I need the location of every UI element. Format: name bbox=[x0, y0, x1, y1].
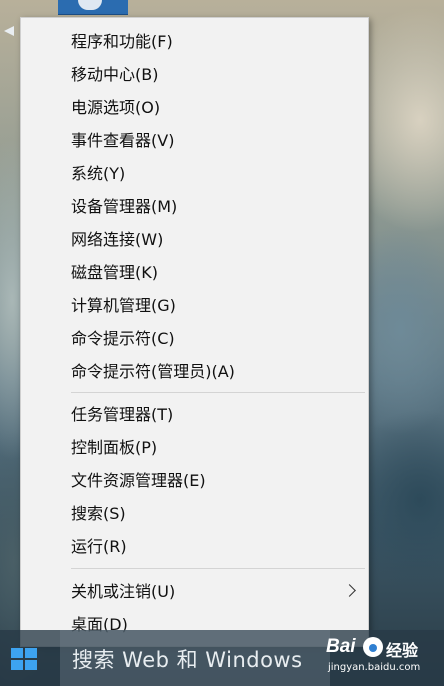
windows-logo-icon bbox=[11, 648, 37, 670]
baidu-paw-icon bbox=[363, 637, 383, 657]
menu-item-task-manager[interactable]: 任务管理器(T) bbox=[21, 399, 368, 431]
menu-item-file-explorer[interactable]: 文件资源管理器(E) bbox=[21, 465, 368, 497]
chevron-right-icon bbox=[343, 584, 356, 597]
menu-item-event-viewer[interactable]: 事件查看器(V) bbox=[21, 125, 368, 157]
pointer-arrow-icon bbox=[4, 26, 14, 36]
menu-item-system[interactable]: 系统(Y) bbox=[21, 158, 368, 190]
menu-item-search[interactable]: 搜索(S) bbox=[21, 498, 368, 530]
menu-item-computer-management[interactable]: 计算机管理(G) bbox=[21, 290, 368, 322]
winx-context-menu: 程序和功能(F) 移动中心(B) 电源选项(O) 事件查看器(V) 系统(Y) … bbox=[20, 17, 369, 647]
menu-item-power-options[interactable]: 电源选项(O) bbox=[21, 92, 368, 124]
menu-item-network-connections[interactable]: 网络连接(W) bbox=[21, 224, 368, 256]
menu-item-shutdown-signout[interactable]: 关机或注销(U) bbox=[21, 576, 368, 608]
taskbar-search-box[interactable]: 搜索 Web 和 Windows bbox=[60, 630, 330, 686]
menu-item-programs-features[interactable]: 程序和功能(F) bbox=[21, 26, 368, 58]
baidu-jingyan-watermark: Bai 经验 jingyan.baidu.com bbox=[326, 634, 444, 680]
menu-item-command-prompt-admin[interactable]: 命令提示符(管理员)(A) bbox=[21, 356, 368, 388]
start-button[interactable] bbox=[0, 630, 60, 686]
search-placeholder: 搜索 Web 和 Windows bbox=[72, 648, 303, 672]
menu-item-mobility-center[interactable]: 移动中心(B) bbox=[21, 59, 368, 91]
menu-item-label: 关机或注销(U) bbox=[71, 582, 176, 601]
menu-item-disk-management[interactable]: 磁盘管理(K) bbox=[21, 257, 368, 289]
menu-separator bbox=[71, 568, 365, 569]
menu-item-run[interactable]: 运行(R) bbox=[21, 531, 368, 563]
watermark-url: jingyan.baidu.com bbox=[328, 662, 421, 673]
baidu-logo-text: Bai bbox=[326, 636, 356, 657]
watermark-label: 经验 bbox=[386, 641, 419, 660]
menu-item-control-panel[interactable]: 控制面板(P) bbox=[21, 432, 368, 464]
menu-item-command-prompt[interactable]: 命令提示符(C) bbox=[21, 323, 368, 355]
menu-separator bbox=[71, 392, 365, 393]
menu-item-device-manager[interactable]: 设备管理器(M) bbox=[21, 191, 368, 223]
